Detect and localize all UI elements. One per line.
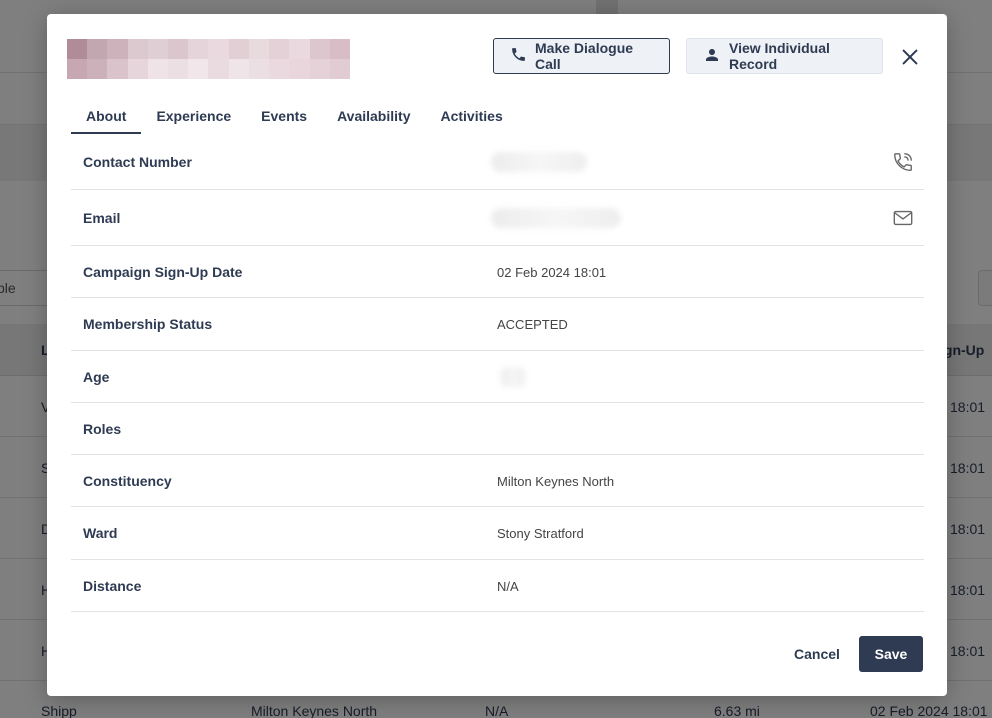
close-icon[interactable] xyxy=(899,46,921,68)
distance-value: N/A xyxy=(497,579,519,594)
person-icon xyxy=(703,46,721,67)
field-row-ward: Ward Stony Stratford xyxy=(71,507,924,560)
tab-activities[interactable]: Activities xyxy=(425,106,517,134)
make-dialogue-call-label: Make Dialogue Call xyxy=(535,40,634,72)
redacted-contact-number xyxy=(491,152,587,172)
field-row-email: Email xyxy=(71,190,924,246)
tab-events[interactable]: Events xyxy=(246,106,322,134)
field-row-distance: Distance N/A xyxy=(71,560,924,612)
field-row-age: Age xyxy=(71,351,924,403)
membership-status-label: Membership Status xyxy=(83,316,213,332)
roles-label: Roles xyxy=(83,421,122,437)
field-row-membership-status: Membership Status ACCEPTED xyxy=(71,298,924,351)
membership-status-value: ACCEPTED xyxy=(497,317,568,332)
field-row-roles: Roles xyxy=(71,403,924,455)
phone-icon xyxy=(510,46,527,66)
signup-date-label: Campaign Sign-Up Date xyxy=(83,264,243,280)
contact-detail-modal: Make Dialogue Call View Individual Recor… xyxy=(47,14,947,696)
constituency-label: Constituency xyxy=(83,473,172,489)
tab-bar: About Experience Events Availability Act… xyxy=(71,106,518,134)
save-button[interactable]: Save xyxy=(859,636,923,672)
redacted-email xyxy=(491,208,621,228)
view-individual-record-label: View Individual Record xyxy=(729,40,830,72)
cancel-button[interactable]: Cancel xyxy=(789,638,845,670)
distance-label: Distance xyxy=(83,578,142,594)
tab-availability[interactable]: Availability xyxy=(322,106,425,134)
field-row-signup-date: Campaign Sign-Up Date 02 Feb 2024 18:01 xyxy=(71,246,924,298)
contact-number-label: Contact Number xyxy=(83,154,192,170)
ward-label: Ward xyxy=(83,525,118,541)
make-dialogue-call-button[interactable]: Make Dialogue Call xyxy=(493,38,670,74)
redacted-age xyxy=(501,367,525,387)
field-row-constituency: Constituency Milton Keynes North xyxy=(71,455,924,507)
field-row-contact-number: Contact Number xyxy=(71,134,924,190)
view-individual-record-button[interactable]: View Individual Record xyxy=(686,38,883,74)
ward-value: Stony Stratford xyxy=(497,526,584,541)
mail-icon[interactable] xyxy=(892,207,914,229)
tab-about[interactable]: About xyxy=(71,106,142,134)
email-label: Email xyxy=(83,210,121,226)
phone-callback-icon[interactable] xyxy=(892,151,914,173)
constituency-value: Milton Keynes North xyxy=(497,474,615,489)
tab-experience[interactable]: Experience xyxy=(141,106,246,134)
signup-date-value: 02 Feb 2024 18:01 xyxy=(497,265,607,280)
details-list: Contact Number Email Campaign Sign-Up Da… xyxy=(71,134,924,612)
age-label: Age xyxy=(83,369,110,385)
redacted-name-block xyxy=(67,39,350,79)
